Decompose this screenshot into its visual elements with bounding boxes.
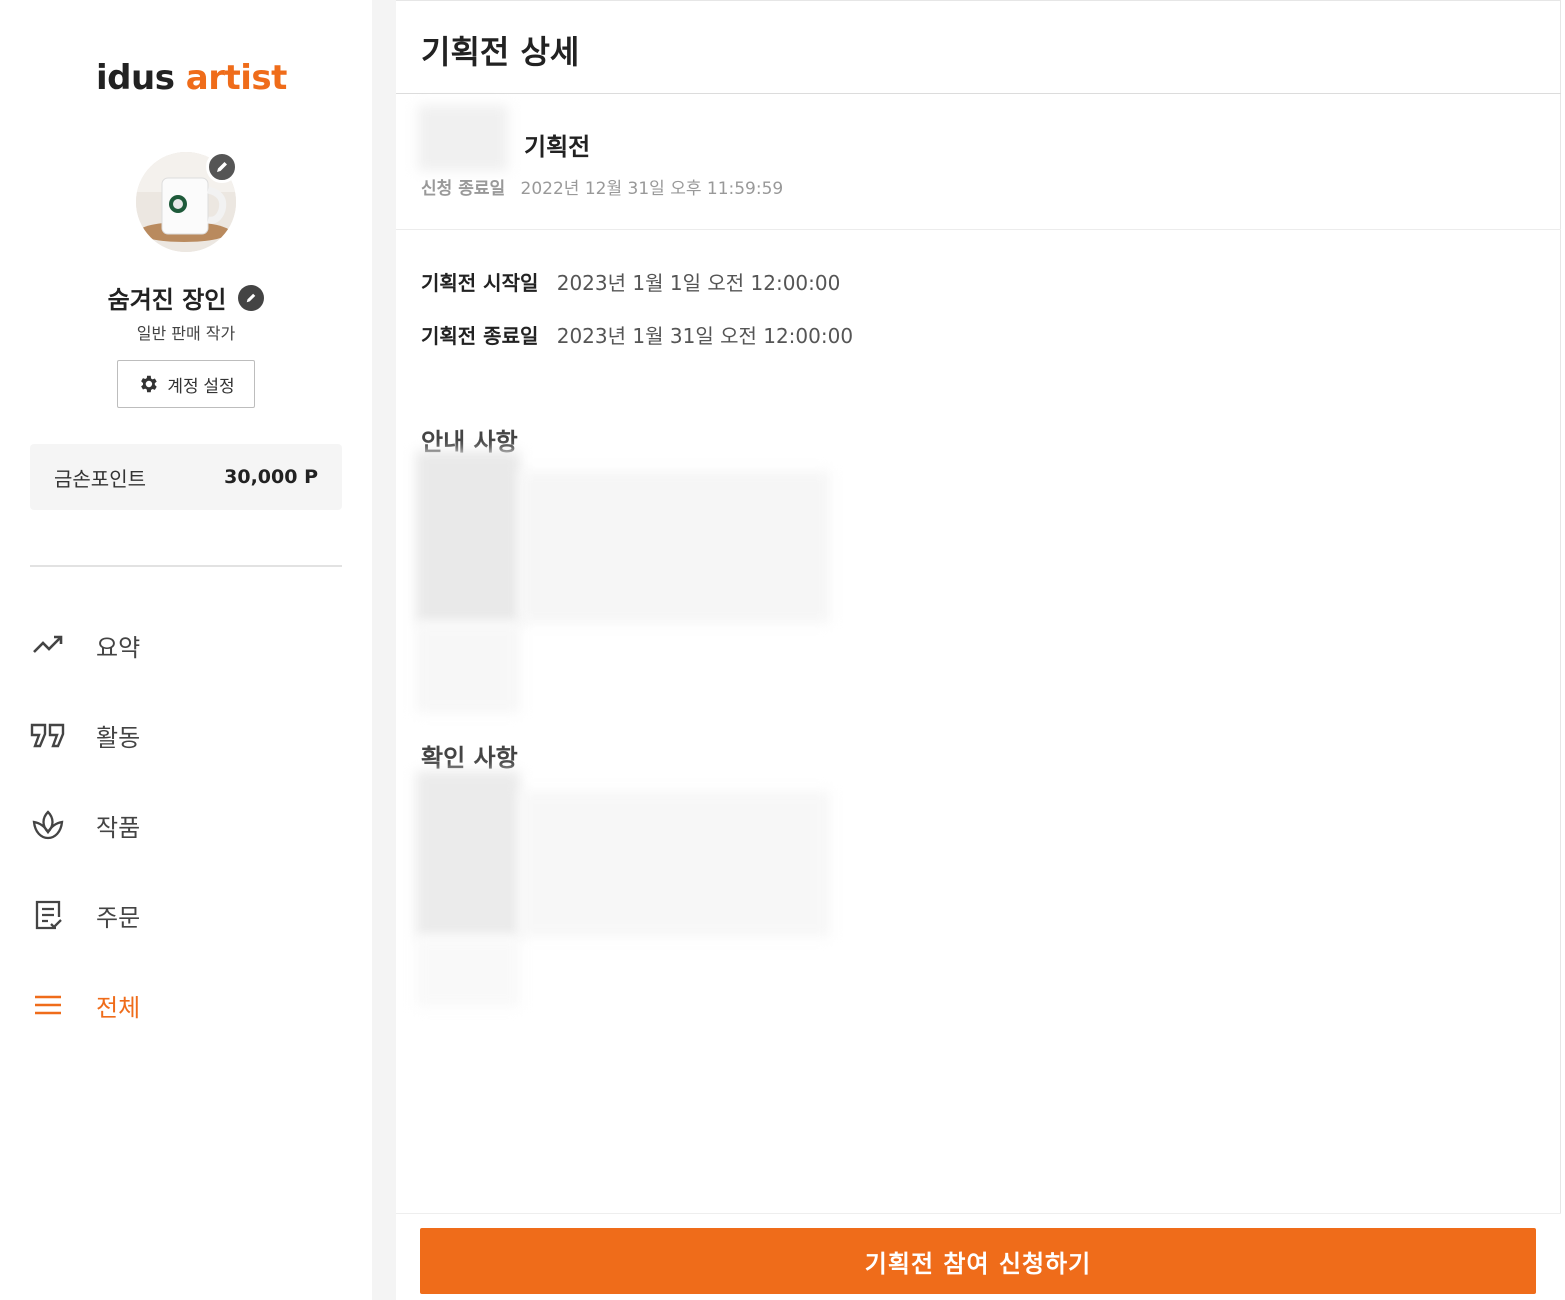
event-name-text: 기획전 [524,133,591,161]
divider [396,93,1561,94]
gear-icon [141,375,158,393]
pencil-icon [247,293,256,302]
divider [396,229,1561,230]
sidebar-item-all[interactable]: 전체 [30,960,342,1050]
sidebar-item-label: 활동 [96,723,141,752]
confirm-title: 확인 사항 [421,744,518,772]
event-start-value: 2023년 1월 1일 오전 12:00:00 [556,271,841,295]
points-value: 30,000 P [224,466,318,488]
sidebar-item-label: 작품 [96,813,141,842]
plant-icon [30,807,66,843]
deadline-label: 신청 종료일 [421,179,506,199]
sidebar-item-label: 전체 [96,993,141,1022]
sidebar-item-summary[interactable]: 요약 [30,600,342,690]
trend-icon [30,627,66,663]
redacted-notice-content [416,623,520,713]
redacted-confirm-content [520,791,830,937]
layout-gutter [372,0,396,1300]
profile-nickname: 숨겨진 장인 [107,286,227,314]
event-start-row: 기획전 시작일 2023년 1월 1일 오전 12:00:00 [421,267,840,296]
event-start-label: 기획전 시작일 [421,271,539,295]
points-card[interactable]: 금손포인트 30,000 P [30,444,342,510]
application-deadline: 신청 종료일 2022년 12월 31일 오후 11:59:59 [421,174,783,199]
redacted-confirm-content [416,937,520,1007]
pencil-icon [217,162,227,172]
profile-grade: 일반 판매 작가 [136,324,236,343]
account-settings-label: 계정 설정 [167,376,235,396]
sidebar-nav: 요약 활동 작품 주문 전체 [30,600,342,1050]
quote-icon [30,717,66,753]
account-settings-button[interactable]: 계정 설정 [117,360,255,408]
logo-idus: idus [96,58,175,98]
order-list-icon [30,897,66,933]
event-name: 기획전 [524,127,590,162]
sidebar-item-label: 주문 [96,903,141,932]
redacted-confirm-content [416,771,520,937]
deadline-value: 2022년 12월 31일 오후 11:59:59 [520,179,784,199]
sidebar: idus artist 숨겨진 장인 일반 판매 작가 계정 설정 금손포인트 … [0,0,372,1300]
sidebar-item-activity[interactable]: 활동 [30,690,342,780]
profile-nickname-row: 숨겨진 장인 [0,280,372,315]
bottom-action-bar: 기획전 참여 신청하기 [396,1213,1561,1300]
page-title: 기획전 상세 [421,33,580,71]
sidebar-item-products[interactable]: 작품 [30,780,342,870]
redacted-event-name [418,105,508,171]
sidebar-item-orders[interactable]: 주문 [30,870,342,960]
points-label: 금손포인트 [54,466,146,491]
avatar-edit-button[interactable] [206,151,238,183]
apply-event-button[interactable]: 기획전 참여 신청하기 [420,1228,1536,1294]
redacted-notice-content [416,451,520,623]
logo-artist: artist [185,58,288,98]
app-root: idus artist 숨겨진 장인 일반 판매 작가 계정 설정 금손포인트 … [0,0,1565,1300]
event-end-row: 기획전 종료일 2023년 1월 31일 오전 12:00:00 [421,320,853,349]
sidebar-divider [30,565,342,567]
event-end-label: 기획전 종료일 [421,324,539,348]
redacted-notice-content [520,471,830,623]
sidebar-item-label: 요약 [96,633,141,662]
nickname-edit-button[interactable] [238,284,265,311]
event-detail-panel: 기획전 상세 기획전 신청 종료일 2022년 12월 31일 오후 11:59… [396,0,1561,1300]
idus-artist-logo[interactable]: idus artist [96,58,287,98]
menu-icon [30,987,66,1023]
event-end-value: 2023년 1월 31일 오전 12:00:00 [556,324,854,348]
